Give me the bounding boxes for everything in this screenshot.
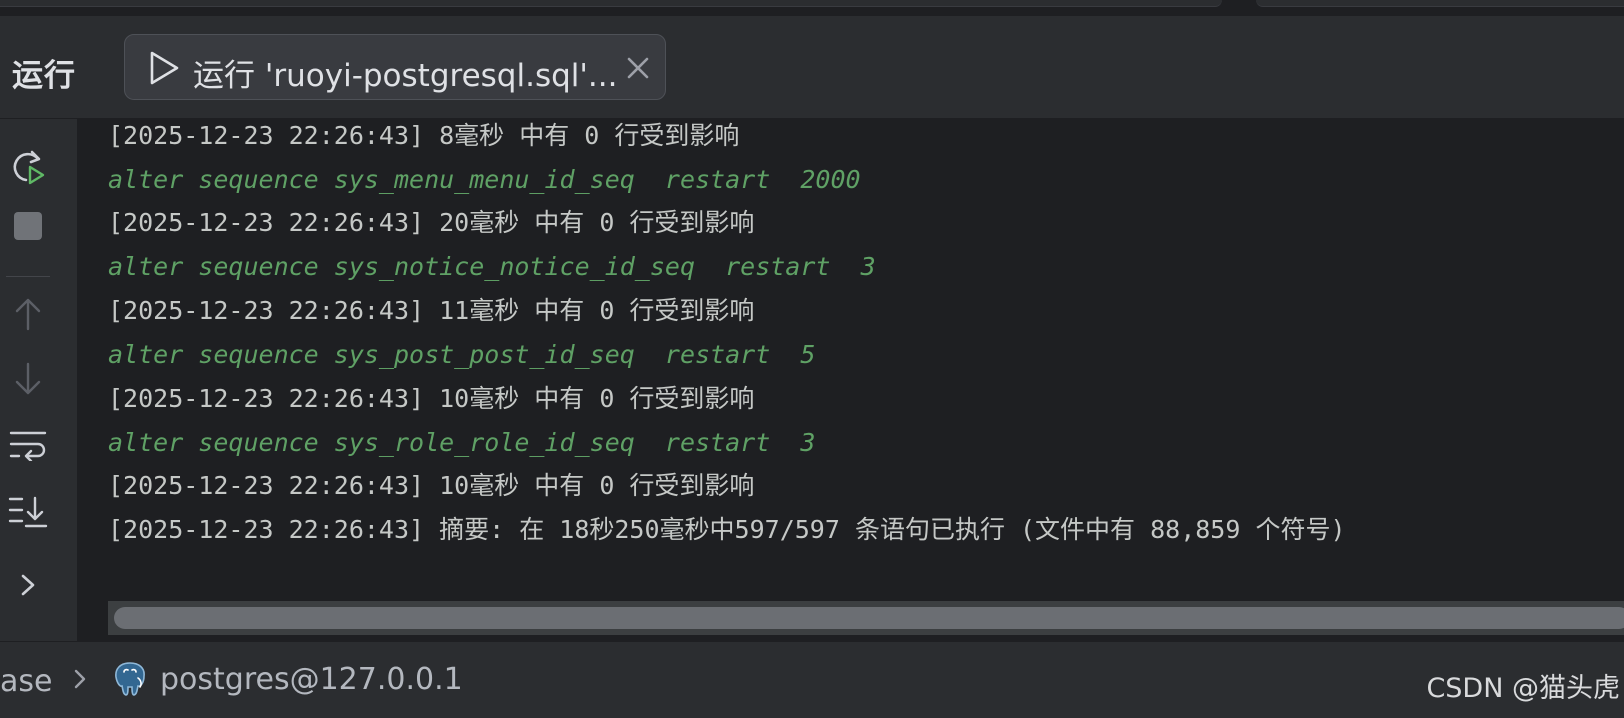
run-panel-header: 运行 运行 'ruoyi-postgresql.sql'... [0,16,1624,119]
breadcrumb-previous[interactable]: ase [0,664,52,699]
console-line: [2025-12-23 22:26:43] 8毫秒 中有 0 行受到影响 [108,121,740,150]
postgresql-elephant-icon [112,660,148,698]
console-line: alter sequence sys_post_post_id_seq rest… [108,340,816,369]
console-output[interactable]: [2025-12-23 22:26:43] 8毫秒 中有 0 行受到影响 alt… [78,119,1624,641]
arrow-down-icon[interactable] [0,355,56,403]
soft-wrap-icon[interactable] [0,421,56,469]
console-line: [2025-12-23 22:26:43] 10毫秒 中有 0 行受到影响 [108,471,755,500]
console-line: [2025-12-23 22:26:43] 11毫秒 中有 0 行受到影响 [108,296,755,325]
toolbar-separator [6,276,50,277]
status-bar: ase postgres@127.0.0.1 CSDN @猫头虎 [0,641,1624,718]
watermark: CSDN @猫头虎 [1426,673,1620,704]
horizontal-scrollbar[interactable] [108,601,1624,635]
close-icon[interactable] [625,55,651,81]
scroll-to-end-icon[interactable] [0,488,56,536]
console-line: [2025-12-23 22:26:43] 20毫秒 中有 0 行受到影响 [108,208,755,237]
chevron-right-icon [70,664,90,694]
chevron-right-icon[interactable] [0,561,56,609]
scrollbar-thumb[interactable] [114,607,1624,629]
run-configuration-tab[interactable]: 运行 'ruoyi-postgresql.sql'... [124,34,666,100]
run-tab-label: 运行 'ruoyi-postgresql.sql'... [193,58,618,94]
upper-panel-edge [0,0,1222,7]
console-line: alter sequence sys_notice_notice_id_seq … [108,252,876,281]
rerun-icon[interactable] [0,143,56,191]
arrow-up-icon[interactable] [0,290,56,338]
console-line: [2025-12-23 22:26:43] 摘要: 在 18秒250毫秒中597… [108,515,1346,544]
stop-icon[interactable] [0,202,56,250]
top-strip [0,0,1624,16]
console-line: alter sequence sys_role_role_id_seq rest… [108,428,816,457]
play-icon [147,50,181,86]
panel-title: 运行 [12,58,76,94]
connection-breadcrumb[interactable]: postgres@127.0.0.1 [160,662,463,697]
run-toolbar [0,119,78,641]
console-line: alter sequence sys_menu_menu_id_seq rest… [108,165,861,194]
console-line: [2025-12-23 22:26:43] 10毫秒 中有 0 行受到影响 [108,384,755,413]
ide-window: 运行 运行 'ruoyi-postgresql.sql'... [2025-12… [0,0,1624,718]
upper-panel-edge-right [1256,0,1624,7]
